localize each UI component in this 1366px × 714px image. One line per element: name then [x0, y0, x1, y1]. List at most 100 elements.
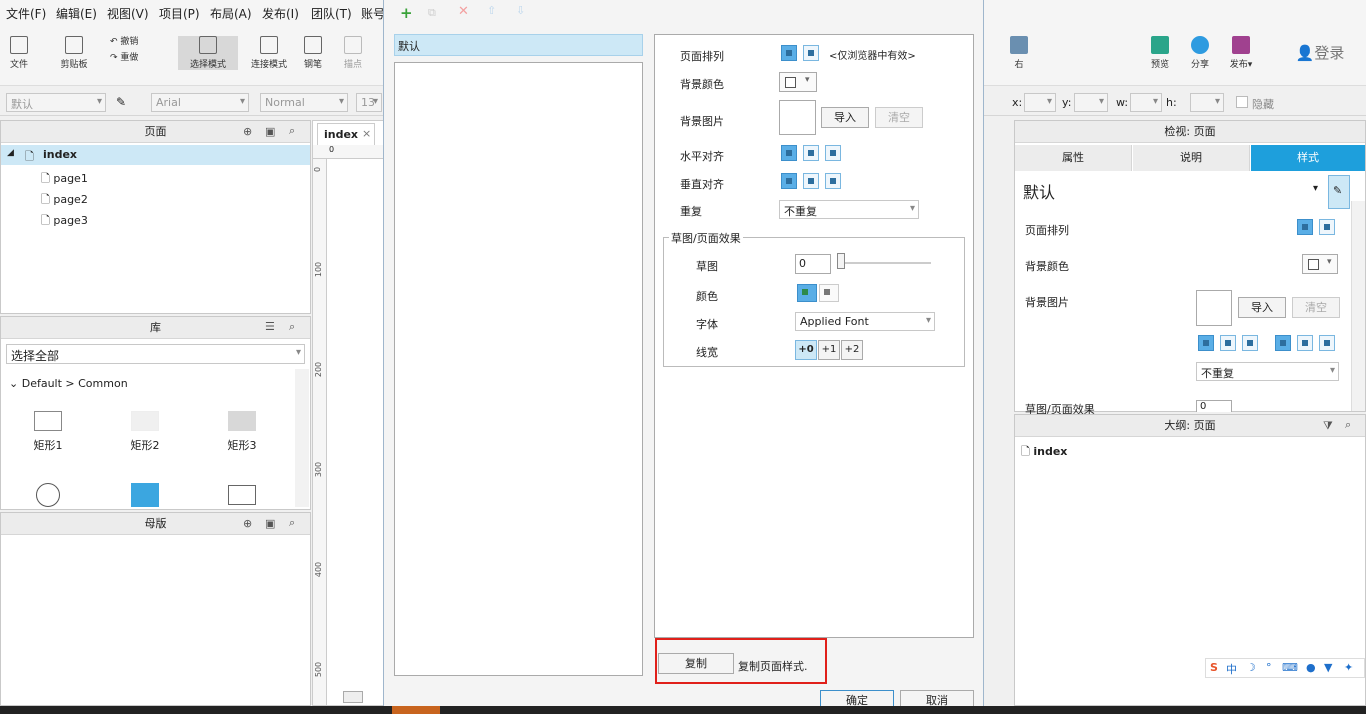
- tree-item-index[interactable]: ◢ 🗋 index: [1, 145, 310, 165]
- align-left-button[interactable]: [781, 45, 797, 61]
- line-width-1-button[interactable]: +1: [818, 340, 840, 360]
- move-up-icon[interactable]: ⇧: [487, 4, 496, 17]
- search-icon[interactable]: ⌕: [289, 516, 295, 530]
- v-align-middle-button[interactable]: [803, 173, 819, 189]
- bg-color-picker[interactable]: ▾: [779, 72, 817, 92]
- pen-button[interactable]: 钢笔: [301, 36, 325, 70]
- file-button[interactable]: 文件: [8, 36, 30, 70]
- menu-publish[interactable]: 发布(I): [262, 5, 299, 22]
- align-center-button[interactable]: [803, 45, 819, 61]
- font-select[interactable]: Arial: [151, 93, 249, 112]
- taskbar-active-app[interactable]: [392, 706, 440, 714]
- align-right-button[interactable]: 右: [1008, 36, 1030, 70]
- clear-button[interactable]: 清空: [875, 107, 923, 128]
- search-icon[interactable]: ⌕: [289, 320, 295, 334]
- clipboard-button[interactable]: 剪贴板: [56, 36, 92, 70]
- inspector-align-center-button[interactable]: [1319, 219, 1335, 235]
- select-mode-button[interactable]: 选择模式: [178, 36, 238, 70]
- add-page-icon[interactable]: ⊕: [243, 125, 252, 138]
- delete-icon[interactable]: ✕: [458, 4, 469, 19]
- add-master-icon[interactable]: ⊕: [243, 517, 252, 530]
- inspector-repeat-select[interactable]: 不重复: [1196, 362, 1339, 381]
- library-item-rect1[interactable]: 矩形1: [18, 411, 78, 453]
- h-align-left-button[interactable]: [781, 145, 797, 161]
- library-select[interactable]: 选择全部: [6, 344, 305, 364]
- tree-item-page2[interactable]: 🗋 page2: [41, 191, 88, 210]
- menu-layout[interactable]: 布局(A): [210, 5, 252, 22]
- add-folder-icon[interactable]: ▣: [265, 125, 275, 138]
- inspector-clear-button[interactable]: 清空: [1292, 297, 1340, 318]
- inspector-h-align-center-button[interactable]: [1220, 335, 1236, 351]
- points-button[interactable]: 描点: [341, 36, 365, 70]
- search-icon[interactable]: ⌕: [1345, 418, 1351, 432]
- library-item-rect2[interactable]: 矩形2: [115, 411, 175, 453]
- ellipse-icon[interactable]: [36, 483, 60, 507]
- login-button[interactable]: 👤登录: [1290, 42, 1350, 63]
- v-align-bottom-button[interactable]: [825, 173, 841, 189]
- inspector-h-align-left-button[interactable]: [1198, 335, 1214, 351]
- image-icon[interactable]: [131, 483, 159, 507]
- close-icon[interactable]: ×: [362, 127, 371, 140]
- font-weight-select[interactable]: Normal: [260, 93, 348, 112]
- hide-checkbox[interactable]: [1236, 96, 1248, 108]
- sketch-slider-track[interactable]: [839, 262, 931, 264]
- connect-mode-button[interactable]: 连接模式: [248, 36, 290, 70]
- outline-item-index[interactable]: 🗋 index: [1021, 443, 1067, 462]
- import-button[interactable]: 导入: [821, 107, 869, 128]
- chevron-down-icon[interactable]: ▾: [1313, 183, 1318, 194]
- tab-notes[interactable]: 说明: [1133, 145, 1250, 171]
- tab-style[interactable]: 样式: [1251, 145, 1365, 171]
- tab-properties[interactable]: 属性: [1015, 145, 1132, 171]
- redo-button[interactable]: ↷ 重做: [110, 50, 150, 63]
- grayscale-mode-button[interactable]: [819, 284, 839, 302]
- share-button[interactable]: 分享: [1188, 36, 1212, 70]
- inspector-v-align-middle-button[interactable]: [1297, 335, 1313, 351]
- add-style-icon[interactable]: +: [400, 4, 413, 22]
- placeholder-icon[interactable]: [228, 485, 256, 505]
- sketch-input[interactable]: 0: [795, 254, 831, 274]
- search-icon[interactable]: ⌕: [289, 124, 295, 138]
- inspector-v-align-bottom-button[interactable]: [1319, 335, 1335, 351]
- ime-toolbar[interactable]: S 中 ☽ ° ⌨ ● ▼ ✦: [1205, 658, 1365, 678]
- style-edit-button[interactable]: ✎: [1328, 175, 1350, 209]
- font-size-select[interactable]: 13: [356, 93, 382, 112]
- publish-button[interactable]: 发布▾: [1226, 36, 1256, 70]
- v-align-top-button[interactable]: [781, 173, 797, 189]
- sketch-slider-thumb[interactable]: [837, 253, 845, 269]
- canvas-tab-index[interactable]: index ×: [317, 123, 375, 145]
- filter-icon[interactable]: ⧩: [1323, 419, 1333, 433]
- preview-button[interactable]: 预览: [1148, 36, 1172, 70]
- line-width-2-button[interactable]: +2: [841, 340, 863, 360]
- library-scrollbar[interactable]: [295, 369, 309, 507]
- library-group-header[interactable]: ⌄ Default > Common: [9, 377, 128, 390]
- menu-view[interactable]: 视图(V): [107, 5, 149, 22]
- collapse-icon[interactable]: ◢: [7, 148, 14, 158]
- undo-button[interactable]: ↶ 撤销: [110, 34, 150, 47]
- color-mode-button[interactable]: [797, 284, 817, 302]
- inspector-scrollbar[interactable]: [1351, 201, 1365, 411]
- style-edit-icon[interactable]: ✎: [116, 95, 126, 109]
- menu-icon[interactable]: ☰: [265, 320, 275, 333]
- menu-team[interactable]: 团队(T): [311, 5, 352, 22]
- h-align-right-button[interactable]: [825, 145, 841, 161]
- line-width-0-button[interactable]: +0: [795, 340, 817, 360]
- inspector-v-align-top-button[interactable]: [1275, 335, 1291, 351]
- inspector-sketch-input[interactable]: 0: [1196, 400, 1232, 412]
- y-input[interactable]: [1074, 93, 1108, 112]
- repeat-select[interactable]: 不重复: [779, 200, 919, 219]
- canvas-scroll-thumb[interactable]: [343, 691, 363, 703]
- tree-item-page1[interactable]: 🗋 page1: [41, 170, 88, 189]
- canvas-area[interactable]: index × 0 0 100 200 300 400 500: [312, 120, 384, 706]
- inspector-bg-color-picker[interactable]: ▾: [1302, 254, 1338, 274]
- inspector-h-align-right-button[interactable]: [1242, 335, 1258, 351]
- w-input[interactable]: [1130, 93, 1162, 112]
- style-list[interactable]: [394, 62, 643, 676]
- tree-item-page3[interactable]: 🗋 page3: [41, 212, 88, 231]
- sketch-font-select[interactable]: Applied Font: [795, 312, 935, 331]
- inspector-import-button[interactable]: 导入: [1238, 297, 1286, 318]
- menu-project[interactable]: 项目(P): [159, 5, 200, 22]
- menu-file[interactable]: 文件(F): [6, 5, 46, 22]
- add-folder-icon[interactable]: ▣: [265, 517, 275, 530]
- duplicate-icon[interactable]: ⧉: [428, 6, 436, 20]
- menu-edit[interactable]: 编辑(E): [56, 5, 97, 22]
